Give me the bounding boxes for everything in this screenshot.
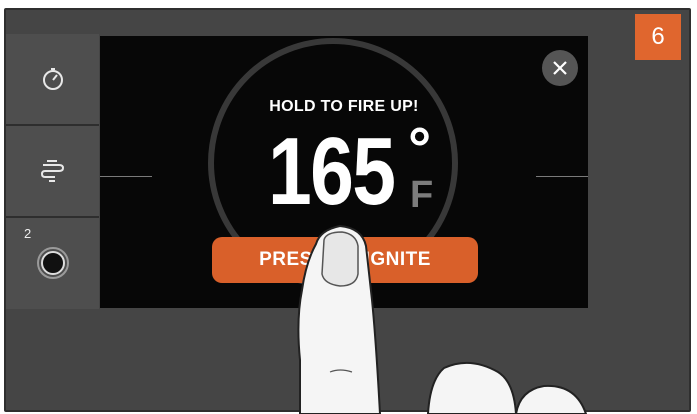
timer-icon [42,68,63,90]
press-to-ignite-button[interactable]: PRESS TO IGNITE [212,237,478,283]
probe-icon [36,247,69,279]
smoke-icon [40,160,64,182]
probe-number: 2 [24,226,32,241]
divider-right [536,176,588,177]
dialog-heading: HOLD TO FIRE UP! [269,98,419,115]
step-number-badge: 6 [635,14,681,60]
divider-left [100,176,152,177]
close-button[interactable] [542,50,578,86]
grill-display: 2 HOLD TO FIRE UP! 165 ° F PRESS TO IGNI… [4,8,691,412]
temperature-unit: F [410,174,434,216]
close-icon [553,61,567,75]
sidebar: 2 [6,34,99,309]
timer-button[interactable] [6,34,99,126]
ignite-dialog: HOLD TO FIRE UP! 165 ° F PRESS TO IGNITE [100,36,588,308]
target-temperature[interactable]: 165 [268,124,396,220]
probe-button[interactable]: 2 [6,218,99,308]
degree-symbol: ° [408,116,432,181]
smoke-button[interactable] [6,126,99,218]
